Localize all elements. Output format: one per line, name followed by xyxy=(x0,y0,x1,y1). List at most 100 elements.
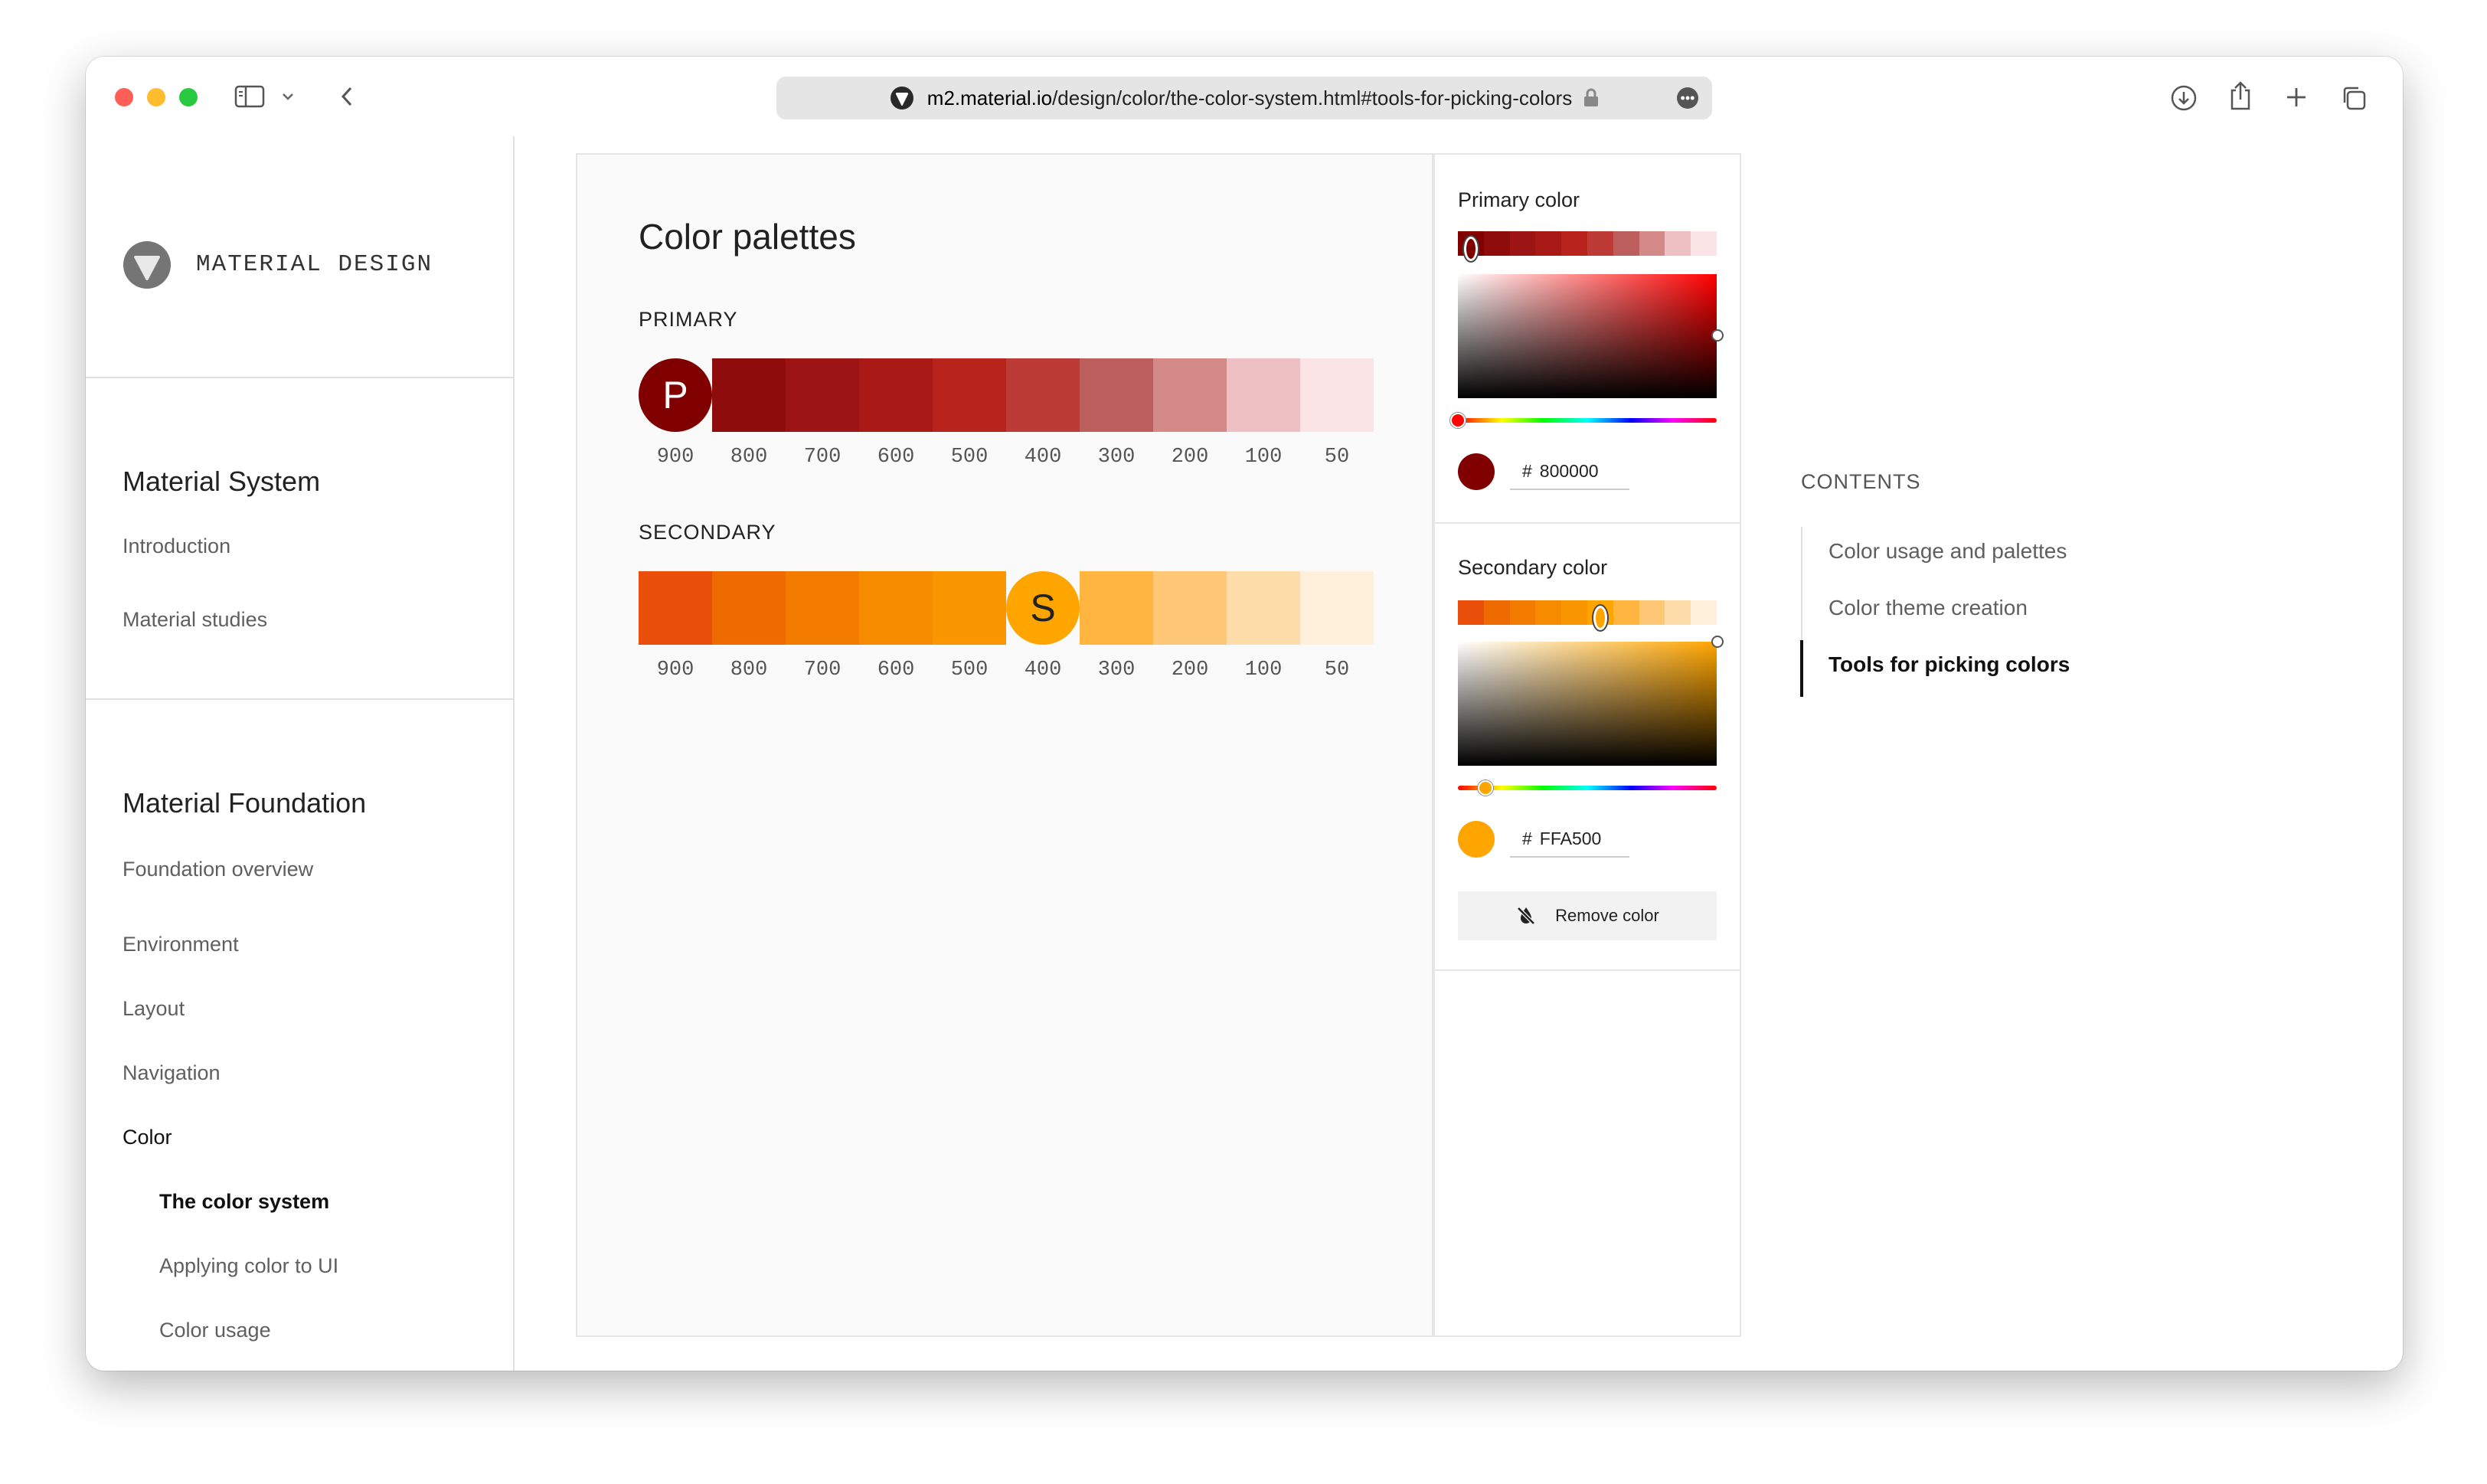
contents-item-tools-for-picking-colors[interactable]: Tools for picking colors xyxy=(1828,652,2070,677)
shade-label: 100 xyxy=(1244,659,1283,682)
picker-shade-cell[interactable] xyxy=(1613,231,1639,256)
nav-item-color[interactable]: Color xyxy=(123,1126,172,1149)
nav-section-material-system[interactable]: Material System xyxy=(123,466,320,498)
contents-item-color-usage-and-palettes[interactable]: Color usage and palettes xyxy=(1828,539,2067,564)
nav-item-environment[interactable]: Environment xyxy=(123,933,239,956)
palette-swatch-50[interactable] xyxy=(1300,571,1374,645)
brand-name[interactable]: MATERIAL DESIGN xyxy=(196,251,433,278)
picker-shade-cell[interactable] xyxy=(1561,231,1587,256)
palette-swatch-500[interactable] xyxy=(933,358,1006,432)
sidebar-toggle-icon[interactable] xyxy=(234,84,265,109)
selected-shade-marker[interactable] xyxy=(1593,606,1607,630)
contents-item-color-theme-creation[interactable]: Color theme creation xyxy=(1828,596,2028,620)
back-arrow-icon[interactable] xyxy=(335,84,358,109)
palette-swatch-900[interactable]: P xyxy=(639,358,712,432)
nav-sub-item-applying-color-to-ui[interactable]: Applying color to UI xyxy=(159,1254,338,1278)
address-bar[interactable]: m2.material.io/design/color/the-color-sy… xyxy=(776,77,1712,119)
picker-shade-cell[interactable] xyxy=(1509,600,1536,625)
palette-swatch-400[interactable] xyxy=(1006,358,1080,432)
shade-label: 200 xyxy=(1171,446,1209,469)
palette-swatch-700[interactable] xyxy=(786,571,859,645)
shade-label: 800 xyxy=(730,446,768,469)
picker-shade-cell[interactable] xyxy=(1665,231,1691,256)
palette-swatch-600[interactable] xyxy=(859,571,933,645)
shade-label: 50 xyxy=(1324,446,1350,469)
download-icon[interactable] xyxy=(2170,84,2198,112)
nav-item-material-studies[interactable]: Material studies xyxy=(123,608,267,632)
picker-divider xyxy=(1435,522,1740,524)
palette-swatch-200[interactable] xyxy=(1153,358,1227,432)
tab-overview-icon[interactable] xyxy=(2340,84,2368,112)
nav-sub-item-color-usage[interactable]: Color usage xyxy=(159,1319,271,1342)
primary-hue-thumb[interactable] xyxy=(1450,413,1466,428)
picker-shade-cell[interactable] xyxy=(1639,231,1665,256)
picker-shade-cell[interactable] xyxy=(1587,231,1613,256)
palettes-title: Color palettes xyxy=(639,217,856,257)
palette-swatch-700[interactable] xyxy=(786,358,859,432)
lock-icon xyxy=(1584,88,1599,106)
secondary-color-title: Secondary color xyxy=(1458,556,1608,579)
picker-shade-cell[interactable] xyxy=(1639,600,1665,625)
picker-shade-cell[interactable] xyxy=(1691,231,1717,256)
primary-label: PRIMARY xyxy=(639,308,738,331)
secondary-saturation-field[interactable] xyxy=(1458,636,1724,766)
nav-item-introduction[interactable]: Introduction xyxy=(123,534,230,558)
nav-item-navigation[interactable]: Navigation xyxy=(123,1061,221,1085)
palette-swatch-200[interactable] xyxy=(1153,571,1227,645)
nav-item-foundation-overview[interactable]: Foundation overview xyxy=(123,858,313,881)
picker-shade-cell[interactable] xyxy=(1483,600,1510,625)
primary-saturation-thumb[interactable] xyxy=(1711,329,1724,342)
palette-swatch-50[interactable] xyxy=(1300,358,1374,432)
palette-swatch-900[interactable] xyxy=(639,571,712,645)
nav-item-layout[interactable]: Layout xyxy=(123,997,185,1021)
picker-shade-cell[interactable] xyxy=(1691,600,1717,625)
sidebar-divider xyxy=(86,377,515,378)
remove-color-label: Remove color xyxy=(1555,906,1659,925)
new-tab-icon[interactable] xyxy=(2283,84,2309,110)
nav-sub-item-the-color-system[interactable]: The color system xyxy=(159,1190,329,1214)
page-menu-icon[interactable]: ••• xyxy=(1677,87,1698,109)
url-text: m2.material.io/design/color/the-color-sy… xyxy=(926,86,1573,110)
palette-swatch-100[interactable] xyxy=(1227,358,1300,432)
primary-hex-input[interactable]: #800000 xyxy=(1510,453,1629,490)
palette-swatch-800[interactable] xyxy=(712,358,786,432)
picker-shade-cell[interactable] xyxy=(1535,231,1562,256)
close-window-button[interactable] xyxy=(115,88,133,106)
palette-swatch-300[interactable] xyxy=(1080,358,1153,432)
secondary-hue-thumb[interactable] xyxy=(1478,780,1493,796)
palette-swatch-800[interactable] xyxy=(712,571,786,645)
nav-section-material-foundation[interactable]: Material Foundation xyxy=(123,787,366,819)
picker-shade-cell[interactable] xyxy=(1535,600,1562,625)
palette-swatch-600[interactable] xyxy=(859,358,933,432)
picker-shade-cell[interactable] xyxy=(1458,600,1484,625)
secondary-label: SECONDARY xyxy=(639,521,776,544)
material-logo-icon[interactable] xyxy=(123,240,172,289)
picker-shade-cell[interactable] xyxy=(1483,231,1510,256)
picker-shade-cell[interactable] xyxy=(1665,600,1691,625)
zoom-window-button[interactable] xyxy=(179,88,198,106)
remove-color-button[interactable]: Remove color xyxy=(1458,891,1717,940)
shade-label: 500 xyxy=(950,446,989,469)
picker-shade-cell[interactable] xyxy=(1561,600,1587,625)
secondary-hue-slider[interactable] xyxy=(1458,780,1717,796)
secondary-shade-strip[interactable] xyxy=(1458,600,1717,630)
secondary-swatch-row: S xyxy=(639,571,1374,645)
palette-swatch-100[interactable] xyxy=(1227,571,1300,645)
minimize-window-button[interactable] xyxy=(147,88,165,106)
primary-hue-slider[interactable] xyxy=(1450,413,1717,428)
chevron-down-icon[interactable] xyxy=(280,90,296,103)
secondary-saturation-thumb[interactable] xyxy=(1711,636,1724,648)
picker-shade-cell[interactable] xyxy=(1509,231,1536,256)
color-palettes-card: Color palettes PRIMARY P 900 800 700 600 500… xyxy=(576,153,1433,1337)
secondary-hex-input[interactable]: # FFA500 xyxy=(1510,821,1629,858)
site-favicon-icon xyxy=(890,87,913,110)
picker-shade-cell[interactable] xyxy=(1613,600,1639,625)
remove-color-icon xyxy=(1517,907,1535,925)
palette-swatch-300[interactable] xyxy=(1080,571,1153,645)
share-icon[interactable] xyxy=(2227,80,2254,112)
primary-shade-strip[interactable] xyxy=(1458,231,1717,261)
palette-swatch-400[interactable]: S xyxy=(1006,571,1080,645)
palette-swatch-500[interactable] xyxy=(933,571,1006,645)
primary-saturation-field[interactable] xyxy=(1458,274,1724,398)
selected-shade-marker[interactable] xyxy=(1463,237,1478,261)
